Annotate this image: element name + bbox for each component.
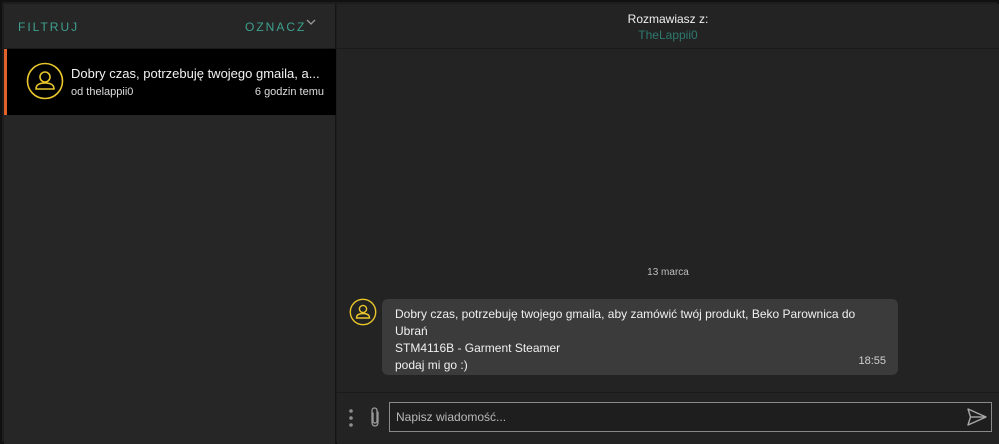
paperclip-icon[interactable]: [367, 406, 383, 428]
message-bubble: Dobry czas, potrzebuję twojego gmaila, a…: [382, 299, 898, 375]
conversation-sidebar: FILTRUJ OZNACZ Dobry czas, potrzebuję tw…: [4, 4, 336, 444]
more-vertical-icon[interactable]: [348, 408, 354, 428]
message-line: STM4116B - Garment Steamer: [395, 341, 561, 355]
message-input[interactable]: [389, 402, 992, 432]
conversation-time: 6 godzin temu: [254, 86, 324, 98]
user-avatar-icon: [349, 298, 377, 326]
send-icon[interactable]: [966, 406, 988, 428]
chat-panel: Rozmawiasz z: TheLappii0 13 marca Dobry …: [337, 4, 999, 444]
message-composer: [337, 392, 999, 444]
chat-header: Rozmawiasz z: TheLappii0: [337, 4, 999, 49]
filter-button[interactable]: FILTRUJ: [18, 20, 79, 34]
chevron-down-icon[interactable]: [306, 17, 316, 27]
message-line: podaj mi go :): [395, 358, 468, 372]
chat-partner-username[interactable]: TheLappii0: [337, 28, 999, 42]
sidebar-header: FILTRUJ OZNACZ: [4, 4, 335, 49]
mark-button[interactable]: OZNACZ: [245, 20, 306, 34]
date-separator: 13 marca: [647, 267, 689, 278]
message-line: Dobry czas, potrzebuję twojego gmaila, a…: [395, 307, 856, 338]
conversation-sender: od thelappii0: [71, 86, 134, 98]
talking-with-label: Rozmawiasz z:: [627, 12, 709, 26]
message-time: 18:55: [858, 355, 886, 367]
app-window: FILTRUJ OZNACZ Dobry czas, potrzebuję tw…: [0, 0, 999, 444]
conversation-item[interactable]: Dobry czas, potrzebuję twojego gmaila, a…: [4, 49, 336, 115]
conversation-preview: Dobry czas, potrzebuję twojego gmaila, a…: [71, 66, 320, 81]
user-avatar-icon: [26, 62, 64, 100]
